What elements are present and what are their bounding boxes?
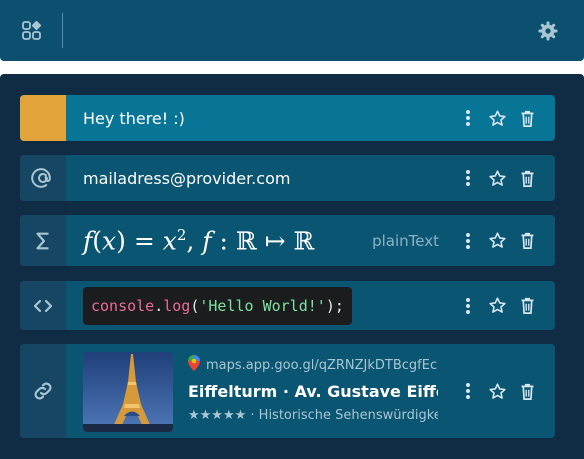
link-subtitle: ★★★★★ · Historische Sehenswürdigkeit (188, 408, 438, 423)
row-actions (458, 95, 537, 141)
clip-text: Hey there! :) (83, 108, 185, 128)
top-bar (0, 0, 584, 61)
trash-icon[interactable] (518, 231, 537, 250)
trash-icon[interactable] (518, 296, 537, 315)
star-icon[interactable] (488, 109, 507, 128)
clip-row-math[interactable]: f(x) = x2, f : ℝ ↦ ℝ plainText (20, 215, 555, 266)
row-actions (458, 344, 537, 438)
at-icon (20, 155, 66, 201)
row-actions (458, 215, 537, 266)
row-actions (458, 155, 537, 201)
more-vertical-icon[interactable] (458, 296, 477, 315)
code-icon (20, 281, 66, 330)
link-icon (20, 344, 66, 438)
clip-text: mailadress@provider.com (83, 168, 291, 188)
star-icon[interactable] (488, 231, 507, 250)
trash-icon[interactable] (518, 109, 537, 128)
more-vertical-icon[interactable] (458, 382, 477, 401)
more-vertical-icon[interactable] (458, 231, 477, 250)
row-actions (458, 281, 537, 330)
trash-icon[interactable] (518, 382, 537, 401)
apps-icon[interactable] (20, 19, 44, 43)
clip-row-code[interactable]: console. log('Hello World!'); (20, 281, 555, 330)
link-url[interactable]: maps.app.goo.gl/qZRNZJkDTBcgfEc (206, 358, 437, 373)
map-pin-icon (188, 355, 200, 375)
star-icon[interactable] (488, 169, 507, 188)
clip-row-text[interactable]: Hey there! :) (20, 95, 555, 141)
plain-text-label: plainText (372, 231, 439, 250)
toolbar-divider (62, 13, 63, 48)
star-icon[interactable] (488, 382, 507, 401)
color-swatch (20, 95, 66, 141)
clip-row-email[interactable]: mailadress@provider.com (20, 155, 555, 201)
more-vertical-icon[interactable] (458, 169, 477, 188)
link-title: Eiffelturm · Av. Gustave Eiffel, Paris (188, 382, 438, 401)
link-thumbnail (83, 352, 173, 432)
link-preview: maps.app.goo.gl/qZRNZJkDTBcgfEc Eiffeltu… (188, 354, 438, 426)
trash-icon[interactable] (518, 169, 537, 188)
star-icon[interactable] (488, 296, 507, 315)
math-formula: f(x) = x2, f : ℝ ↦ ℝ (83, 225, 315, 256)
more-vertical-icon[interactable] (458, 109, 477, 128)
code-snippet: console. log('Hello World!'); (83, 286, 352, 325)
sigma-icon (20, 215, 66, 266)
clip-row-link[interactable]: maps.app.goo.gl/qZRNZJkDTBcgfEc Eiffeltu… (20, 344, 555, 438)
gear-icon[interactable] (536, 19, 560, 43)
